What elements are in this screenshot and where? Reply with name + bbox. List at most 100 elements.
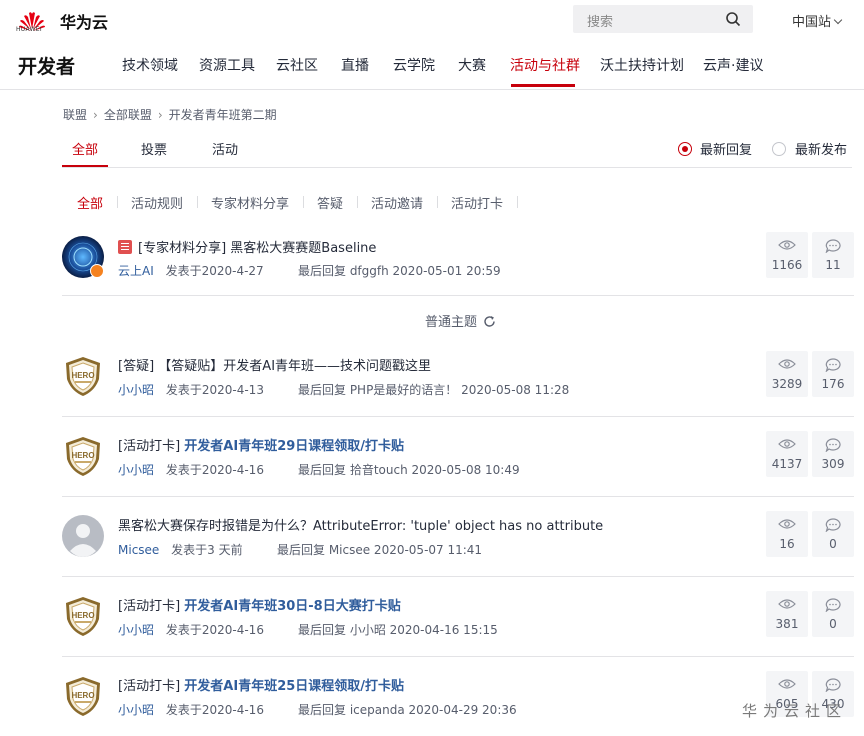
breadcrumb-separator: › — [93, 108, 98, 122]
post-meta: 小小昭 发表于2020-4-13 最后回复 PHP是最好的语言！ 2020-05… — [118, 381, 569, 398]
post-last-reply: 最后回复 Micsee 2020-05-07 11:41 — [277, 543, 483, 557]
nav-item-contests[interactable]: 大赛 — [458, 55, 486, 75]
pinned-post[interactable]: [专家材料分享] 黑客松大赛赛题Baseline 云上AI 发表于2020-4-… — [62, 232, 854, 316]
divider — [62, 295, 854, 296]
post-title-text[interactable]: 【答疑贴】开发者AI青年班——技术问题戳这里 — [158, 359, 431, 374]
post-title-text[interactable]: 黑客松大赛赛题Baseline — [230, 241, 376, 256]
divider — [62, 496, 854, 497]
filter-invites[interactable]: 活动邀请 — [371, 193, 423, 212]
brand-name[interactable]: 华为云 — [60, 9, 108, 33]
post-title-text[interactable]: 黑客松大赛保存时报错是为什么？AttributeError: 'tuple' o… — [118, 519, 603, 534]
nav-item-resources[interactable]: 资源工具 — [199, 55, 255, 75]
default-user-avatar[interactable] — [62, 515, 104, 557]
post-author[interactable]: 小小昭 — [118, 463, 154, 477]
hero-badge-avatar[interactable]: HERO — [62, 355, 104, 397]
tab-votes[interactable]: 投票 — [141, 139, 167, 158]
filter-expert-materials[interactable]: 专家材料分享 — [211, 193, 289, 212]
list-item[interactable]: HERO [活动打卡] 开发者AI青年班30日-8日大赛打卡贴 小小昭 发表于2… — [62, 591, 854, 675]
post-title-text[interactable]: 开发者AI青年班25日课程领取/打卡贴 — [184, 679, 404, 694]
chevron-down-icon[interactable] — [833, 15, 843, 25]
filter-divider — [197, 196, 198, 208]
eye-icon — [778, 599, 796, 609]
search-box[interactable]: 搜索 — [573, 5, 753, 33]
eye-icon — [778, 439, 796, 449]
nav-item-support-plan[interactable]: 沃土扶持计划 — [600, 55, 684, 75]
list-item[interactable]: HERO [活动打卡] 开发者AI青年班29日课程领取/打卡贴 小小昭 发表于2… — [62, 431, 854, 515]
filter-all[interactable]: 全部 — [77, 193, 103, 212]
tab-events[interactable]: 活动 — [212, 139, 238, 158]
nav-item-events[interactable]: 活动与社群 — [510, 55, 580, 75]
list-item[interactable]: 黑客松大赛保存时报错是为什么？AttributeError: 'tuple' o… — [62, 511, 854, 595]
nav-item-feedback[interactable]: 云声·建议 — [703, 55, 763, 75]
post-category[interactable]: [活动打卡] — [118, 599, 180, 614]
reply-count-value: 176 — [821, 377, 845, 391]
pinned-tag-icon — [118, 240, 132, 254]
post-title-text[interactable]: 开发者AI青年班30日-8日大赛打卡贴 — [184, 599, 400, 614]
reply-count-value: 11 — [825, 258, 841, 272]
post-date: 发表于2020-4-16 — [165, 703, 264, 717]
view-count: 4137 — [766, 431, 808, 477]
eye-icon — [778, 519, 796, 529]
sort-latest-reply-label[interactable]: 最新回复 — [700, 139, 752, 158]
reply-count-value: 0 — [829, 537, 837, 551]
view-count: 1166 — [766, 232, 808, 278]
nav-item-live[interactable]: 直播 — [341, 55, 369, 75]
post-author[interactable]: 云上AI — [118, 264, 154, 278]
post-author[interactable]: 小小昭 — [118, 623, 154, 637]
nav-item-tech[interactable]: 技术领域 — [122, 55, 178, 75]
breadcrumb-item[interactable]: 联盟 — [63, 106, 87, 123]
post-meta: 小小昭 发表于2020-4-16 最后回复 小小昭 2020-04-16 15:… — [118, 621, 498, 638]
post-category[interactable]: [专家材料分享] — [138, 241, 226, 256]
post-title[interactable]: [专家材料分享] 黑客松大赛赛题Baseline — [118, 237, 376, 256]
nav-title[interactable]: 开发者 — [18, 52, 75, 79]
breadcrumb-separator: › — [157, 108, 163, 122]
normal-topics-label[interactable]: 普通主题 — [425, 315, 477, 330]
post-category[interactable]: [活动打卡] — [118, 439, 180, 454]
post-title[interactable]: [活动打卡] 开发者AI青年班29日课程领取/打卡贴 — [118, 435, 404, 454]
filter-rules[interactable]: 活动规则 — [131, 193, 183, 212]
search-icon[interactable] — [725, 11, 741, 27]
filter-divider — [437, 196, 438, 208]
post-title[interactable]: 黑客松大赛保存时报错是为什么？AttributeError: 'tuple' o… — [118, 515, 603, 534]
hero-badge-avatar[interactable]: HERO — [62, 595, 104, 637]
post-title[interactable]: [活动打卡] 开发者AI青年班30日-8日大赛打卡贴 — [118, 595, 401, 614]
refresh-icon[interactable] — [483, 315, 496, 328]
hero-badge-avatar[interactable]: HERO — [62, 435, 104, 477]
post-meta: 小小昭 发表于2020-4-16 最后回复 拾音touch 2020-05-08… — [118, 461, 520, 478]
reply-count-value: 309 — [821, 457, 845, 471]
hero-badge-avatar[interactable]: HERO — [62, 675, 104, 717]
post-author[interactable]: Micsee — [118, 543, 159, 557]
view-count-value: 4137 — [771, 457, 803, 471]
post-date: 发表于3 天前 — [171, 543, 243, 557]
post-category[interactable]: [活动打卡] — [118, 679, 180, 694]
nav-item-academy[interactable]: 云学院 — [393, 55, 435, 75]
sort-latest-post-radio[interactable] — [772, 142, 786, 156]
list-item[interactable]: HERO [答疑] 【答疑贴】开发者AI青年班——技术问题戳这里 小小昭 发表于… — [62, 351, 854, 435]
region-label[interactable]: 中国站 — [792, 15, 831, 30]
view-count: 3289 — [766, 351, 808, 397]
view-count-value: 3289 — [771, 377, 803, 391]
svg-text:HERO: HERO — [71, 611, 94, 620]
post-author[interactable]: 小小昭 — [118, 703, 154, 717]
reply-count: 0 — [812, 591, 854, 637]
search-placeholder[interactable]: 搜索 — [587, 11, 613, 30]
nav-item-community[interactable]: 云社区 — [276, 55, 318, 75]
breadcrumb-item[interactable]: 全部联盟 — [104, 106, 152, 123]
filter-divider — [117, 196, 118, 208]
post-category[interactable]: [答疑] — [118, 359, 154, 374]
post-author[interactable]: 小小昭 — [118, 383, 154, 397]
post-title[interactable]: [活动打卡] 开发者AI青年班25日课程领取/打卡贴 — [118, 675, 404, 694]
post-title[interactable]: [答疑] 【答疑贴】开发者AI青年班——技术问题戳这里 — [118, 355, 431, 374]
sort-latest-post-label[interactable]: 最新发布 — [795, 139, 847, 158]
tab-all[interactable]: 全部 — [72, 139, 98, 158]
filter-checkin[interactable]: 活动打卡 — [451, 193, 503, 212]
list-item[interactable]: HERO [活动打卡] 开发者AI青年班25日课程领取/打卡贴 小小昭 发表于2… — [62, 671, 854, 736]
filter-qa[interactable]: 答疑 — [317, 193, 343, 212]
sort-latest-reply-radio[interactable] — [678, 142, 692, 156]
comment-icon — [825, 358, 841, 372]
comment-icon — [825, 518, 841, 532]
eye-icon — [778, 240, 796, 250]
region-selector[interactable]: 中国站 — [792, 11, 843, 30]
normal-topics-header[interactable]: 普通主题 — [425, 311, 496, 330]
post-title-text[interactable]: 开发者AI青年班29日课程领取/打卡贴 — [184, 439, 404, 454]
